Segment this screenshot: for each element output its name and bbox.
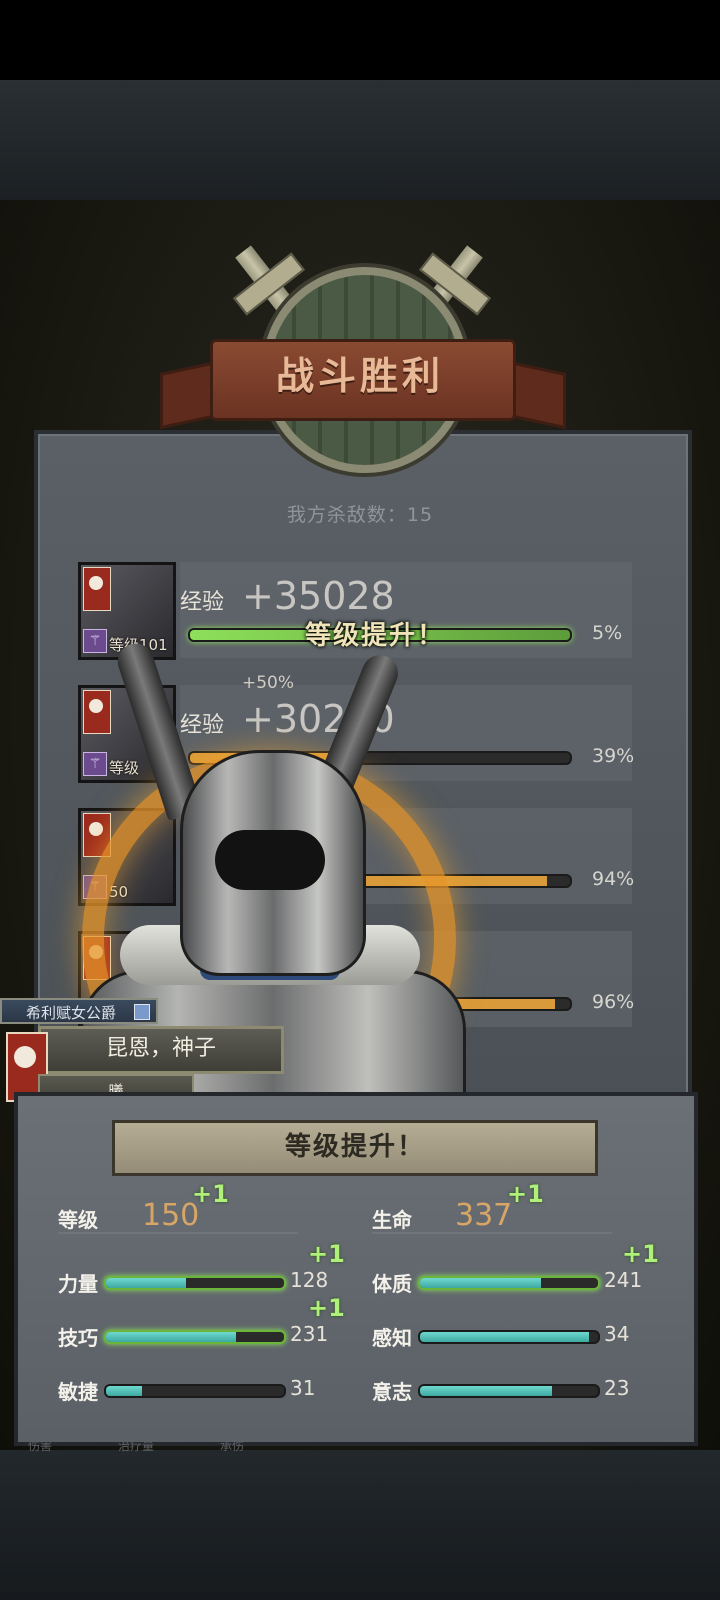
- stat-label: 感知: [372, 1326, 412, 1350]
- house-icon: [134, 1004, 150, 1020]
- stat-bar-fill: [106, 1278, 187, 1288]
- stat-value: 231: [290, 1322, 329, 1346]
- stat-bar: [104, 1276, 286, 1290]
- stat-bar-fill: [420, 1278, 542, 1288]
- sun-emblem-icon: [89, 576, 103, 590]
- exp-percent: 5%: [592, 622, 623, 644]
- stat-value: 241: [604, 1268, 643, 1292]
- stat-bar-fill: [420, 1386, 552, 1396]
- stat-value: 34: [604, 1322, 630, 1346]
- life-label: 生命: [372, 1208, 412, 1232]
- stat-value: 128: [290, 1268, 329, 1292]
- footer-tab-label: 治疗量: [118, 1439, 155, 1453]
- footer-tab-label: 承伤: [220, 1439, 245, 1453]
- stat-bar: [104, 1384, 286, 1398]
- stat-bar-fill: [106, 1332, 236, 1342]
- sun-emblem-icon: [14, 1046, 36, 1068]
- stat-bar-fill: [106, 1386, 142, 1396]
- stat-bar: [104, 1330, 286, 1344]
- level-label: 等级: [58, 1208, 98, 1232]
- character-title: 希利赋女公爵: [0, 998, 158, 1024]
- stat-plus: +1: [622, 1240, 659, 1268]
- level-value: 150: [142, 1198, 200, 1233]
- stat-bar: [418, 1276, 600, 1290]
- footer-tab-label: 伤害: [28, 1439, 53, 1453]
- stat-label: 体质: [372, 1272, 412, 1296]
- stat-value: 23: [604, 1376, 630, 1400]
- stat-plus: +1: [308, 1240, 345, 1268]
- life-plus: +1: [507, 1180, 544, 1208]
- stone-background-top: [0, 80, 720, 200]
- victory-emblem: 战斗胜利: [160, 215, 566, 495]
- divider: [58, 1232, 298, 1234]
- exp-percent: 39%: [592, 745, 635, 767]
- stat-label: 意志: [372, 1380, 412, 1404]
- level-up-header: 等级提升！: [112, 1120, 598, 1176]
- exp-value: +35028: [242, 574, 395, 618]
- stat-label: 敏捷: [58, 1380, 98, 1404]
- stat-bar-fill: [420, 1332, 590, 1342]
- victory-title: 战斗胜利: [275, 354, 444, 398]
- stat-label: 技巧: [58, 1326, 98, 1350]
- stat-bar: [418, 1330, 600, 1344]
- kill-count: 我方杀敌数：15: [286, 504, 434, 526]
- stat-value: 31: [290, 1376, 316, 1400]
- stone-background-bottom: [0, 1450, 720, 1600]
- character-name: 昆恩，神子: [38, 1026, 284, 1074]
- exp-percent: 96%: [592, 991, 635, 1013]
- helmet-visor: [215, 830, 325, 890]
- divider: [372, 1232, 612, 1234]
- stat-label: 力量: [58, 1272, 98, 1296]
- level-plus: +1: [192, 1180, 229, 1208]
- status-bar: [0, 0, 720, 80]
- stat-bar: [418, 1384, 600, 1398]
- house-banner-icon: [83, 567, 111, 611]
- character-title-text: 希利赋女公爵: [26, 1004, 117, 1022]
- stat-plus: +1: [308, 1294, 345, 1322]
- exp-label: 经验: [180, 590, 225, 615]
- life-value: 337: [455, 1198, 513, 1233]
- exp-percent: 94%: [592, 868, 635, 890]
